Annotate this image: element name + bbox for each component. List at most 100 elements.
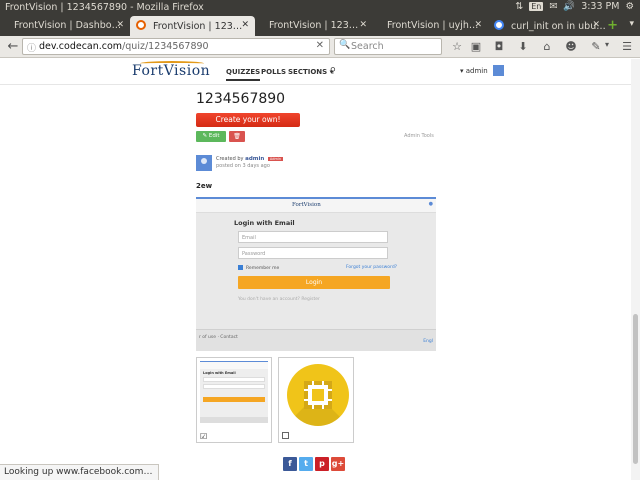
embedded-heading: Login with Email xyxy=(234,219,295,227)
tab-quiz-2[interactable]: FrontVision | 123… ✕ xyxy=(255,16,373,36)
unchecked-checkbox-icon[interactable] xyxy=(282,432,289,439)
trash-icon: 🗑 xyxy=(233,133,241,140)
create-your-own-button[interactable]: Create your own! xyxy=(196,113,300,127)
close-tab-icon[interactable]: ✕ xyxy=(359,20,367,30)
download-arrow-icon[interactable]: ⬇ xyxy=(516,40,530,53)
os-top-bar: FrontVision | 1234567890 - Mozilla Firef… xyxy=(0,0,640,15)
window-title: FrontVision | 1234567890 - Mozilla Firef… xyxy=(5,2,204,13)
quiz-description: 2ew xyxy=(196,182,213,190)
tab-curl[interactable]: curl_init on in ubu… ✕ xyxy=(488,16,606,36)
embedded-indicator-icon: ● xyxy=(428,201,433,207)
tab-list-chevron-icon[interactable]: ▾ xyxy=(629,19,634,29)
thumbnail-screenshot: Login with Email xyxy=(200,361,268,423)
url-bar[interactable]: ⓘ dev.codecan.com/quiz/1234567890 ✕ xyxy=(22,38,330,55)
checked-checkbox-icon[interactable]: ☑ xyxy=(200,432,207,441)
keyboard-layout-indicator[interactable]: En xyxy=(529,2,544,11)
hamburger-menu-icon[interactable]: ☰ xyxy=(620,40,634,53)
page-scrollbar[interactable] xyxy=(631,59,640,480)
scrollbar-thumb[interactable] xyxy=(633,314,638,464)
tab-label: FrontVision | Dashbo… xyxy=(14,20,122,31)
googleplus-share-icon[interactable]: g+ xyxy=(331,457,345,471)
close-tab-icon[interactable]: ✕ xyxy=(241,20,249,30)
loading-favicon-icon xyxy=(136,20,146,30)
image-option-screenshot[interactable]: Login with Email ☑ xyxy=(196,357,272,443)
search-input[interactable]: 🔍 Search xyxy=(334,38,442,55)
site-info-icon[interactable]: ⓘ xyxy=(27,41,36,54)
site-search-icon[interactable]: ⚲ xyxy=(330,66,336,75)
embedded-footer-links: r of use · Contact xyxy=(199,335,238,340)
status-bar: Looking up www.facebook.com… xyxy=(0,464,160,480)
new-tab-icon[interactable]: + xyxy=(607,18,618,33)
site-logo[interactable]: FortVision xyxy=(132,61,210,79)
tab-label: FrontVision | 123… xyxy=(269,20,359,31)
admin-tools-link[interactable]: Admin Tools xyxy=(404,133,434,139)
home-icon[interactable]: ⌂ xyxy=(540,40,554,53)
tab-dashboard[interactable]: FrontVision | Dashbo… ✕ xyxy=(0,16,130,36)
facebook-share-icon[interactable]: f xyxy=(283,457,297,471)
nav-quizzes[interactable]: QUIZZES xyxy=(226,68,261,81)
pinterest-share-icon[interactable]: p xyxy=(315,457,329,471)
web-page: FortVision QUIZZES POLLS SECTIONS ▾ ⚲ ▾ … xyxy=(0,59,640,480)
tab-label: FrontVision | 123… xyxy=(153,21,243,32)
reading-list-icon[interactable]: ▣ xyxy=(469,40,483,53)
nav-sections[interactable]: SECTIONS ▾ xyxy=(288,68,333,76)
embedded-checkbox-icon xyxy=(238,265,243,270)
network-arrows-icon[interactable]: ⇅ xyxy=(515,1,523,12)
quiz-image: FortVision ● Login with Email Email Pass… xyxy=(196,197,436,351)
clock[interactable]: 3:33 PM xyxy=(581,1,619,12)
bookmark-star-icon[interactable]: ☆ xyxy=(450,40,464,53)
share-buttons: f t p g+ xyxy=(283,457,345,471)
url-path: /quiz/1234567890 xyxy=(122,41,209,52)
url-host: dev.codecan.com xyxy=(39,41,123,52)
nav-polls[interactable]: POLLS xyxy=(261,68,286,76)
user-name: admin xyxy=(465,67,488,75)
embedded-language: Engl xyxy=(423,339,433,344)
user-dropdown-icon: ▾ xyxy=(460,67,464,75)
pocket-icon[interactable]: ◘ xyxy=(492,40,506,53)
navigation-toolbar: ← ⓘ dev.codecan.com/quiz/1234567890 ✕ 🔍 … xyxy=(0,36,640,58)
user-menu[interactable]: ▾ admin xyxy=(460,65,504,76)
google-favicon-icon xyxy=(494,20,504,30)
settings-gear-icon[interactable]: ⚙ xyxy=(625,1,634,12)
delete-button[interactable]: 🗑 xyxy=(229,131,245,142)
search-icon: 🔍 xyxy=(339,40,351,50)
edit-icon: ✎ xyxy=(202,133,208,139)
mail-icon[interactable]: ✉ xyxy=(549,1,557,12)
tab-label: FrontVision | uyjh… xyxy=(387,20,479,31)
film-strip-icon xyxy=(287,364,349,426)
author-name[interactable]: admin xyxy=(245,156,264,162)
embedded-remember: Remember me xyxy=(238,265,279,271)
extension-dropdown-icon[interactable]: ▾ xyxy=(600,40,614,49)
tab-quiz-active[interactable]: FrontVision | 123… ✕ xyxy=(130,16,255,36)
close-tab-icon[interactable]: ✕ xyxy=(592,20,600,30)
embedded-forgot: Forgot your password? xyxy=(346,265,398,270)
logo-swoosh xyxy=(140,61,204,66)
image-option-video[interactable] xyxy=(278,357,354,443)
author-avatar[interactable] xyxy=(196,155,212,171)
embedded-email-field: Email xyxy=(238,231,388,243)
posted-date: posted on 3 days ago xyxy=(216,163,270,169)
browser-tab-strip: FrontVision | Dashbo… ✕ FrontVision | 12… xyxy=(0,15,640,36)
clear-url-icon[interactable]: ✕ xyxy=(316,40,324,51)
embedded-password-field: Password xyxy=(238,247,388,259)
embedded-login-card: Login with Email Email Password Remember… xyxy=(234,219,397,302)
edit-button[interactable]: ✎ Edit xyxy=(196,131,226,142)
quiz-title: 1234567890 xyxy=(196,91,286,107)
volume-icon[interactable]: 🔊 xyxy=(563,1,575,12)
close-tab-icon[interactable]: ✕ xyxy=(116,20,124,30)
embedded-footer: r of use · Contact Engl xyxy=(196,329,436,351)
admin-badge: Admin xyxy=(267,157,284,161)
site-header: FortVision QUIZZES POLLS SECTIONS ▾ ⚲ ▾ … xyxy=(0,59,640,85)
back-arrow-icon[interactable]: ← xyxy=(5,39,21,55)
chat-icon[interactable]: ☻ xyxy=(564,40,578,53)
close-tab-icon[interactable]: ✕ xyxy=(474,20,482,30)
tab-quiz-3[interactable]: FrontVision | uyjh… ✕ xyxy=(373,16,488,36)
embedded-logo: FortVision xyxy=(292,202,321,208)
embedded-login-button: Login xyxy=(238,276,390,289)
system-tray: ⇅ En ✉ 🔊 3:33 PM ⚙ xyxy=(515,1,634,12)
user-avatar xyxy=(492,65,504,76)
twitter-share-icon[interactable]: t xyxy=(299,457,313,471)
created-by-line: Created by admin Admin xyxy=(216,156,284,162)
search-placeholder: Search xyxy=(351,41,384,52)
embedded-header: FortVision ● xyxy=(196,199,436,213)
